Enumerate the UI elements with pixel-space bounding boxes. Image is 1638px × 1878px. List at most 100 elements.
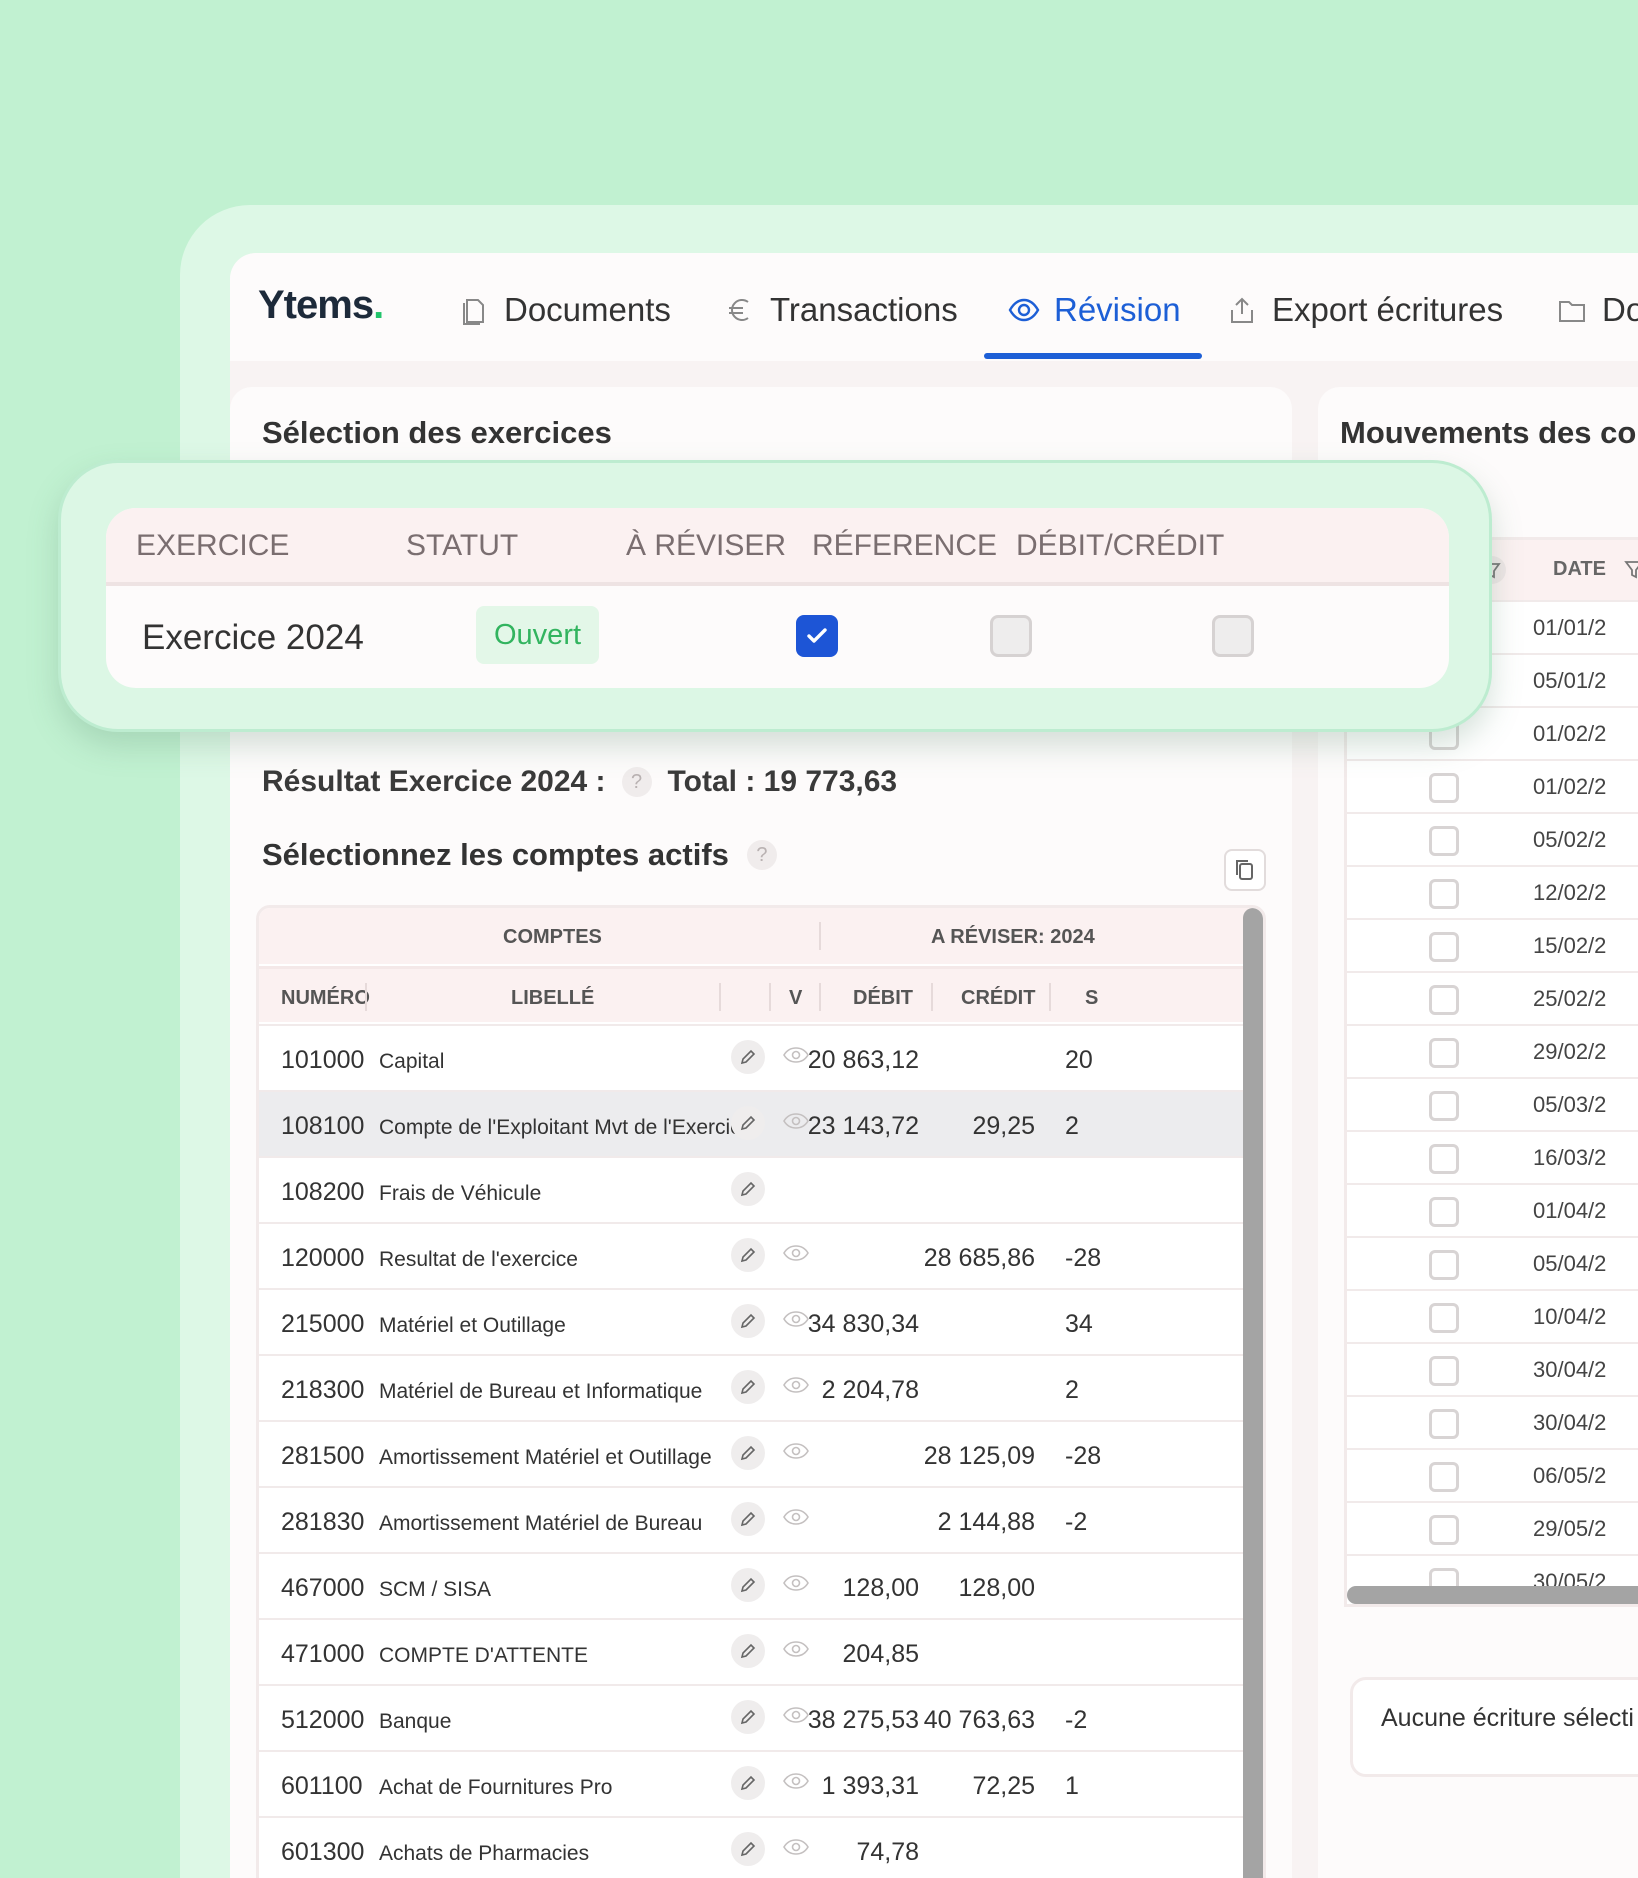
list-item[interactable]: 06/05/2 (1347, 1448, 1638, 1501)
row-checkbox[interactable] (1429, 826, 1459, 856)
table-row[interactable]: 108100 Compte de l'Exploitant Mvt de l'Ex… (259, 1090, 1263, 1156)
debit-credit-checkbox[interactable] (1212, 615, 1254, 657)
row-checkbox[interactable] (1429, 1356, 1459, 1386)
table-row[interactable]: 512000 Banque 38 275,53 40 763,63 -2 (259, 1684, 1263, 1750)
view-icon[interactable] (781, 1506, 811, 1530)
list-item[interactable]: 01/02/2 (1347, 759, 1638, 812)
list-item[interactable]: 10/04/2 (1347, 1289, 1638, 1342)
table-row[interactable]: 471000 COMPTE D'ATTENTE 204,85 (259, 1618, 1263, 1684)
table-row[interactable]: 601100 Achat de Fournitures Pro 1 393,31 72… (259, 1750, 1263, 1816)
copy-button[interactable] (1224, 849, 1266, 891)
list-item[interactable]: 25/02/2 (1347, 971, 1638, 1024)
table-row[interactable]: 108200 Frais de Véhicule (259, 1156, 1263, 1222)
view-icon[interactable] (781, 1308, 811, 1332)
account-label: Amortissement Matériel de Bureau (379, 1512, 703, 1535)
col-date[interactable]: DATE (1553, 558, 1606, 581)
movement-date: 05/03/2 (1533, 1092, 1607, 1117)
vertical-scrollbar[interactable] (1243, 908, 1263, 1878)
account-number: 281830 (281, 1508, 365, 1536)
list-item[interactable]: 12/02/2 (1347, 865, 1638, 918)
list-item[interactable]: 30/04/2 (1347, 1395, 1638, 1448)
edit-icon[interactable] (731, 1304, 765, 1338)
row-checkbox[interactable] (1429, 1409, 1459, 1439)
help-icon[interactable]: ? (621, 767, 652, 797)
tab-export-ecritures[interactable]: Export écritures (1226, 291, 1503, 329)
row-checkbox[interactable] (1429, 773, 1459, 803)
edit-icon[interactable] (731, 1832, 765, 1866)
row-checkbox[interactable] (1429, 1038, 1459, 1068)
row-checkbox[interactable] (1429, 1462, 1459, 1492)
view-icon[interactable] (781, 1374, 811, 1398)
view-icon[interactable] (781, 1770, 811, 1794)
table-row[interactable]: 601300 Achats de Pharmacies 74,78 (259, 1816, 1263, 1878)
view-icon[interactable] (781, 1836, 811, 1860)
row-checkbox[interactable] (1429, 1144, 1459, 1174)
tab-documents[interactable]: Documents (458, 291, 671, 329)
credit-value: 40 763,63 (923, 1706, 1035, 1734)
edit-icon[interactable] (731, 1238, 765, 1272)
list-item[interactable]: 16/03/2 (1347, 1130, 1638, 1183)
row-checkbox[interactable] (1429, 1515, 1459, 1545)
edit-icon[interactable] (731, 1766, 765, 1800)
tab-transactions[interactable]: Transactions (724, 291, 958, 329)
edit-icon[interactable] (731, 1634, 765, 1668)
view-icon[interactable] (781, 1440, 811, 1464)
edit-icon[interactable] (731, 1040, 765, 1074)
list-item[interactable]: 05/03/2 (1347, 1077, 1638, 1130)
list-item[interactable]: 30/04/2 (1347, 1342, 1638, 1395)
horizontal-scrollbar[interactable] (1347, 1586, 1638, 1604)
list-item[interactable]: 29/02/2 (1347, 1024, 1638, 1077)
view-icon[interactable] (781, 1572, 811, 1596)
row-checkbox[interactable] (1429, 1250, 1459, 1280)
tab-do[interactable]: Do (1556, 291, 1638, 329)
view-icon[interactable] (781, 1704, 811, 1728)
view-icon[interactable] (781, 1242, 811, 1266)
row-checkbox[interactable] (1429, 1303, 1459, 1333)
table-row[interactable]: 101000 Capital 20 863,12 20 (259, 1024, 1263, 1090)
table-row[interactable]: 467000 SCM / SISA 128,00 128,00 (259, 1552, 1263, 1618)
table-row[interactable]: 281830 Amortissement Matériel de Bureau 2 … (259, 1486, 1263, 1552)
filter-icon[interactable] (1623, 558, 1638, 582)
movement-date: 16/03/2 (1533, 1145, 1607, 1170)
account-label: Banque (379, 1710, 452, 1733)
list-item[interactable]: 01/04/2 (1347, 1183, 1638, 1236)
accounts-table: COMPTES A RÉVISER: 2024 NUMÉRO LIBELLÉ V… (256, 905, 1266, 1878)
euro-icon (729, 299, 749, 321)
edit-icon[interactable] (731, 1502, 765, 1536)
edit-icon[interactable] (731, 1370, 765, 1404)
col-debit[interactable]: DÉBIT (853, 987, 913, 1010)
tab-documents-label: Documents (504, 291, 671, 328)
col-libelle[interactable]: LIBELLÉ (511, 987, 594, 1010)
col-numero[interactable]: NUMÉRO (281, 987, 370, 1010)
list-item[interactable]: 05/04/2 (1347, 1236, 1638, 1289)
col-credit[interactable]: CRÉDIT (961, 987, 1035, 1010)
list-item[interactable]: 29/05/2 (1347, 1501, 1638, 1554)
row-checkbox[interactable] (1429, 879, 1459, 909)
row-checkbox[interactable] (1429, 1197, 1459, 1227)
view-icon[interactable] (781, 1110, 811, 1134)
tab-revision[interactable]: Révision (1008, 291, 1181, 329)
edit-icon[interactable] (731, 1106, 765, 1140)
app-logo[interactable]: Ytems. (258, 283, 384, 328)
help-icon[interactable]: ? (746, 840, 777, 870)
a-reviser-checkbox[interactable] (796, 615, 838, 657)
edit-icon[interactable] (731, 1172, 765, 1206)
view-icon[interactable] (781, 1044, 811, 1068)
table-row[interactable]: 215000 Matériel et Outillage 34 830,34 34 (259, 1288, 1263, 1354)
list-item[interactable]: 15/02/2 (1347, 918, 1638, 971)
edit-icon[interactable] (731, 1568, 765, 1602)
list-item[interactable]: 05/02/2 (1347, 812, 1638, 865)
table-row[interactable]: 120000 Resultat de l'exercice 28 685,86 -28 (259, 1222, 1263, 1288)
col-solde[interactable]: S (1085, 987, 1098, 1010)
table-row[interactable]: 218300 Matériel de Bureau et Informatique… (259, 1354, 1263, 1420)
row-checkbox[interactable] (1429, 932, 1459, 962)
col-v[interactable]: V (789, 987, 802, 1010)
row-checkbox[interactable] (1429, 985, 1459, 1015)
row-checkbox[interactable] (1429, 1091, 1459, 1121)
table-row[interactable]: 281500 Amortissement Matériel et Outillag… (259, 1420, 1263, 1486)
view-icon[interactable] (781, 1638, 811, 1662)
debit-value: 128,00 (842, 1574, 919, 1602)
edit-icon[interactable] (731, 1700, 765, 1734)
edit-icon[interactable] (731, 1436, 765, 1470)
reference-checkbox[interactable] (990, 615, 1032, 657)
